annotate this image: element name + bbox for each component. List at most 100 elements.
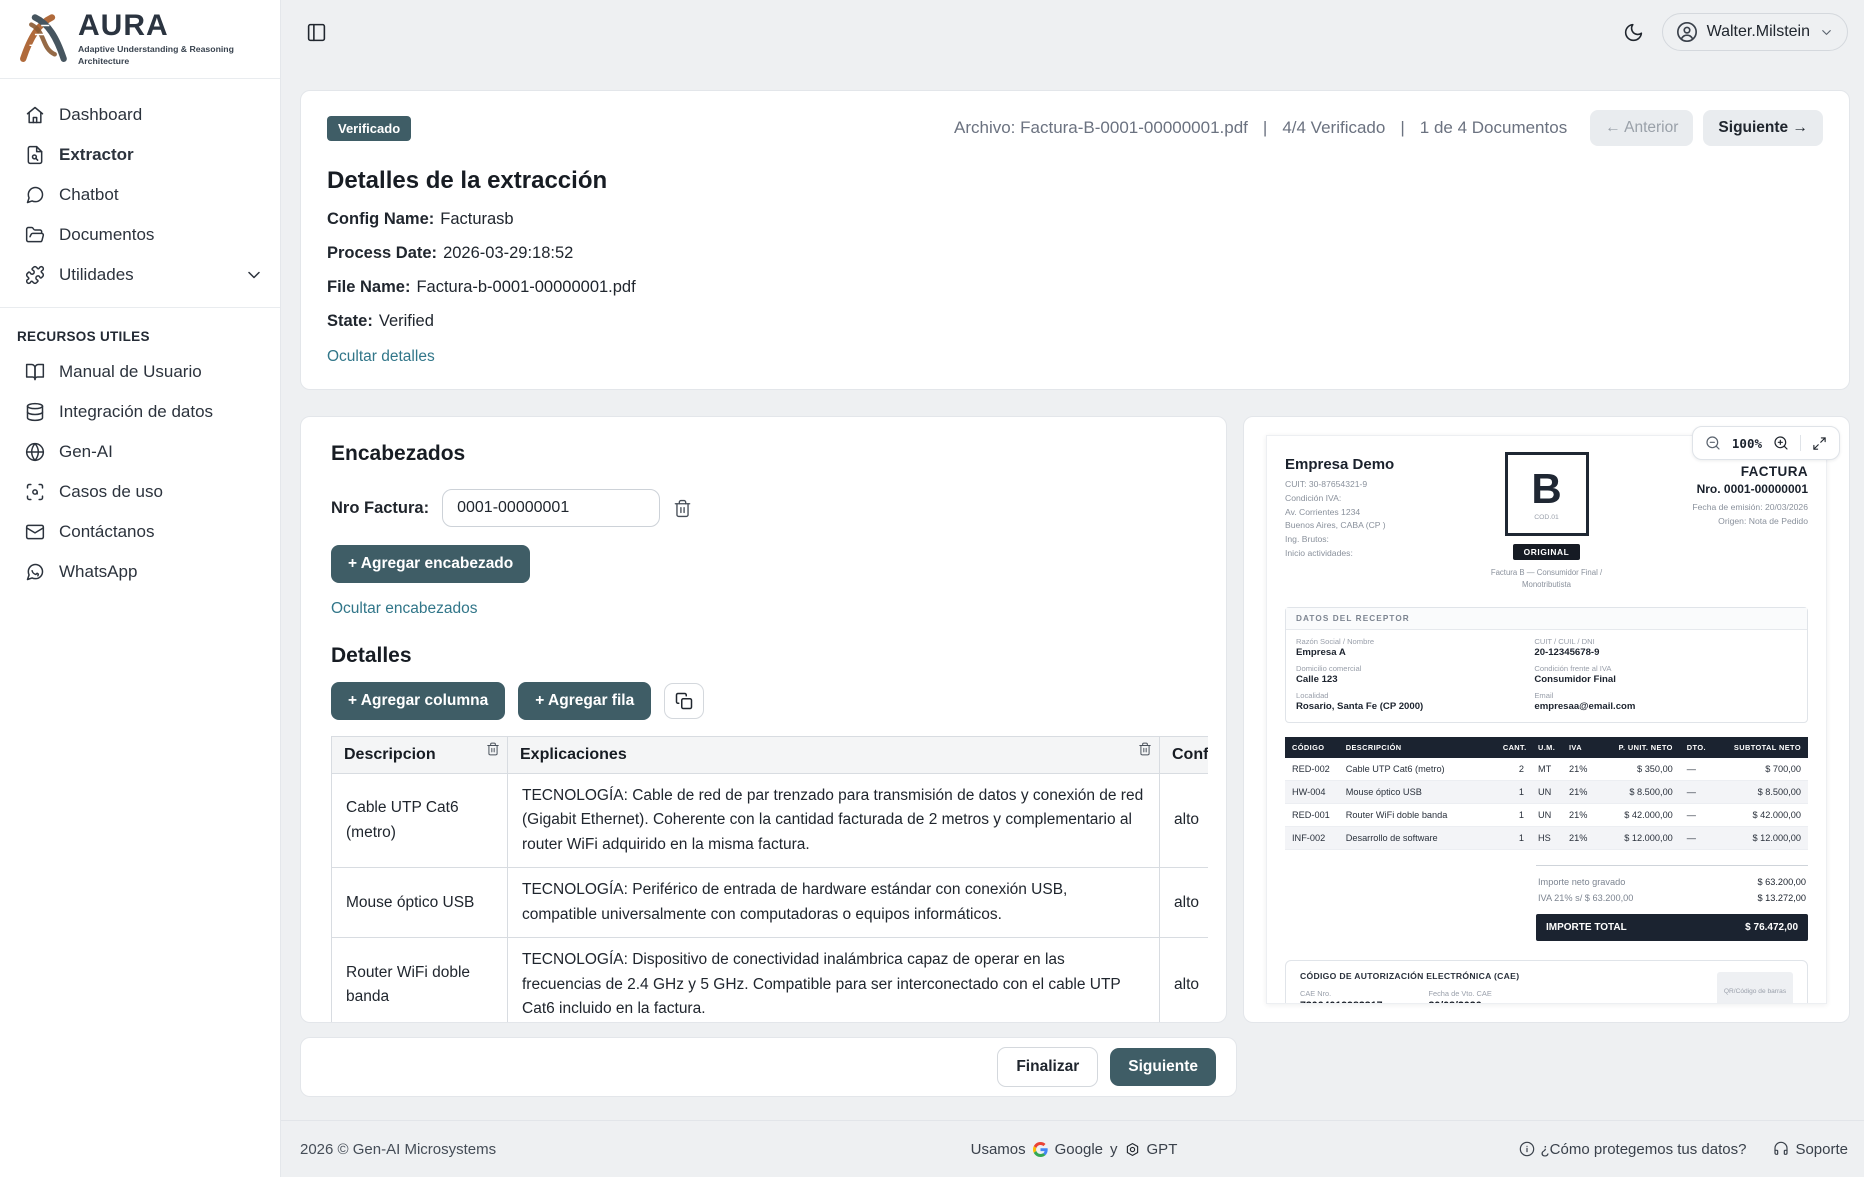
sidebar-item-extractor[interactable]: Extractor	[0, 135, 280, 175]
process-date-field: Process Date:2026-03-29:18:52	[327, 244, 1823, 263]
expand-icon	[1812, 436, 1827, 451]
column-label: Explicaciones	[520, 746, 627, 763]
column-header-explicaciones: Explicaciones	[508, 737, 1160, 774]
trash-icon	[486, 742, 500, 756]
invoice-type-code: COD.01	[1534, 514, 1559, 521]
scan-text-icon	[25, 482, 45, 502]
column-label: Descripcion	[344, 746, 436, 763]
nro-factura-input[interactable]	[442, 489, 660, 527]
google-icon	[1033, 1142, 1048, 1157]
invoice-origin: Origen: Nota de Pedido	[1615, 515, 1809, 529]
receptor-field: Condición frente al IVAConsumidor Final	[1534, 664, 1797, 685]
cell-explicacion[interactable]: TECNOLOGÍA: Cable de red de par trenzado…	[508, 774, 1160, 868]
next-document-button[interactable]: Siguiente →	[1703, 110, 1823, 146]
file-info: Archivo: Factura-B-0001-00000001.pdf	[954, 118, 1248, 138]
sidebar-item-label: Dashboard	[59, 105, 142, 125]
trash-icon	[1138, 742, 1152, 756]
sidebar-item-contactanos[interactable]: Contáctanos	[0, 512, 280, 552]
field-value: Facturasb	[440, 210, 513, 228]
book-open-icon	[25, 362, 45, 382]
sidebar-item-integracion-de-datos[interactable]: Integración de datos	[0, 392, 280, 432]
main-area: Walter.Milstein Verificado Archivo: Fact…	[281, 0, 1864, 1177]
user-menu-button[interactable]: Walter.Milstein	[1662, 13, 1848, 51]
delete-column-button[interactable]	[486, 742, 500, 756]
cae-number: 73064019982317	[1300, 1000, 1382, 1004]
details-table: Descripcion Explicaciones Confianza Cabl…	[331, 736, 1208, 1023]
status-badge: Verificado	[327, 116, 411, 141]
fullscreen-button[interactable]	[1812, 436, 1827, 451]
dark-mode-toggle-button[interactable]	[1623, 22, 1644, 43]
cell-descripcion[interactable]: Router WiFi doble banda	[332, 938, 508, 1023]
siguiente-button[interactable]: Siguiente	[1110, 1048, 1216, 1086]
delete-column-button[interactable]	[1138, 742, 1152, 756]
table-row: Mouse óptico USB TECNOLOGÍA: Periférico …	[332, 868, 1209, 938]
brand-logo-area[interactable]: AURA Adaptive Understanding & Reasoning …	[0, 0, 280, 79]
qr-barcode-placeholder: QR/Código de barras	[1717, 972, 1793, 1004]
hide-details-link[interactable]: Ocultar detalles	[327, 348, 435, 366]
copy-icon	[675, 692, 693, 710]
add-header-button[interactable]: + Agregar encabezado	[331, 545, 530, 583]
invoice-type-letter: B	[1531, 468, 1561, 510]
sidebar-item-manual-de-usuario[interactable]: Manual de Usuario	[0, 352, 280, 392]
panel-left-icon	[306, 22, 327, 43]
zoom-in-button[interactable]	[1773, 435, 1789, 451]
file-search-icon	[25, 145, 45, 165]
file-name-field: File Name:Factura-b-0001-00000001.pdf	[327, 278, 1823, 297]
column-label: Confianza	[1172, 746, 1208, 763]
sidebar-item-casos-de-uso[interactable]: Casos de uso	[0, 472, 280, 512]
user-name: Walter.Milstein	[1707, 23, 1810, 41]
sidebar-item-documentos[interactable]: Documentos	[0, 215, 280, 255]
add-column-button[interactable]: + Agregar columna	[331, 682, 505, 720]
separator: |	[1400, 118, 1404, 138]
privacy-link[interactable]: ¿Cómo protegemos tus datos?	[1519, 1141, 1747, 1158]
invoice-doc-title: FACTURA	[1615, 464, 1809, 479]
field-label: File Name:	[327, 278, 410, 296]
add-row-button[interactable]: + Agregar fila	[518, 682, 651, 720]
sidebar-item-gen-ai[interactable]: Gen-AI	[0, 432, 280, 472]
delete-header-button[interactable]	[673, 499, 692, 518]
field-value: Verified	[379, 312, 434, 330]
user-avatar-icon	[1676, 21, 1698, 43]
support-link[interactable]: Soporte	[1773, 1141, 1848, 1158]
extraction-editor-card: Encabezados Nro Factura: + Agregar encab…	[300, 416, 1227, 1023]
zoom-in-icon	[1773, 435, 1789, 451]
receptor-field: LocalidadRosario, Santa Fe (CP 2000)	[1296, 691, 1524, 712]
folder-icon	[25, 225, 45, 245]
receptor-field: Razón Social / NombreEmpresa A	[1296, 637, 1524, 658]
chat-bubble-icon	[25, 185, 45, 205]
receptor-field: Emailempresaa@email.com	[1534, 691, 1797, 712]
zoom-out-icon	[1705, 435, 1721, 451]
cell-descripcion[interactable]: Cable UTP Cat6 (metro)	[332, 774, 508, 868]
cell-confianza[interactable]: alto	[1160, 868, 1209, 938]
previous-document-button[interactable]: ← Anterior	[1590, 110, 1693, 146]
sidebar-item-label: Utilidades	[59, 265, 134, 285]
field-label: Config Name:	[327, 210, 434, 228]
copy-table-button[interactable]	[664, 683, 704, 719]
cell-descripcion[interactable]: Mouse óptico USB	[332, 868, 508, 938]
sidebar-item-utilidades[interactable]: Utilidades	[0, 255, 280, 295]
issuer-name: Empresa Demo	[1285, 456, 1479, 473]
sidebar-item-label: Extractor	[59, 145, 134, 165]
zoom-out-button[interactable]	[1705, 435, 1721, 451]
home-icon	[25, 105, 45, 125]
cae-section: CÓDIGO DE AUTORIZACIÓN ELECTRÓNICA (CAE)…	[1285, 960, 1808, 1004]
brand-name: AURA	[78, 11, 238, 41]
sidebar-nav: Dashboard Extractor Chatbot Documentos U…	[0, 79, 280, 592]
bottom-actions-card: Finalizar Siguiente	[300, 1037, 1237, 1097]
encabezados-title: Encabezados	[331, 442, 1208, 466]
sidebar-item-whatsapp[interactable]: WhatsApp	[0, 552, 280, 592]
sidebar-toggle-button[interactable]	[306, 22, 327, 43]
cell-confianza[interactable]: alto	[1160, 938, 1209, 1023]
cell-explicacion[interactable]: TECNOLOGÍA: Dispositivo de conectividad …	[508, 938, 1160, 1023]
sidebar-section-title: RECURSOS UTILES	[0, 308, 280, 352]
table-row: Cable UTP Cat6 (metro) TECNOLOGÍA: Cable…	[332, 774, 1209, 868]
sidebar-item-chatbot[interactable]: Chatbot	[0, 175, 280, 215]
hide-headers-link[interactable]: Ocultar encabezados	[331, 600, 477, 618]
headset-icon	[1773, 1141, 1789, 1157]
finalizar-button[interactable]: Finalizar	[997, 1047, 1098, 1087]
usage-prefix: Usamos	[971, 1141, 1026, 1158]
cell-confianza[interactable]: alto	[1160, 774, 1209, 868]
cell-explicacion[interactable]: TECNOLOGÍA: Periférico de entrada de har…	[508, 868, 1160, 938]
trash-icon	[673, 499, 692, 518]
sidebar-item-dashboard[interactable]: Dashboard	[0, 95, 280, 135]
